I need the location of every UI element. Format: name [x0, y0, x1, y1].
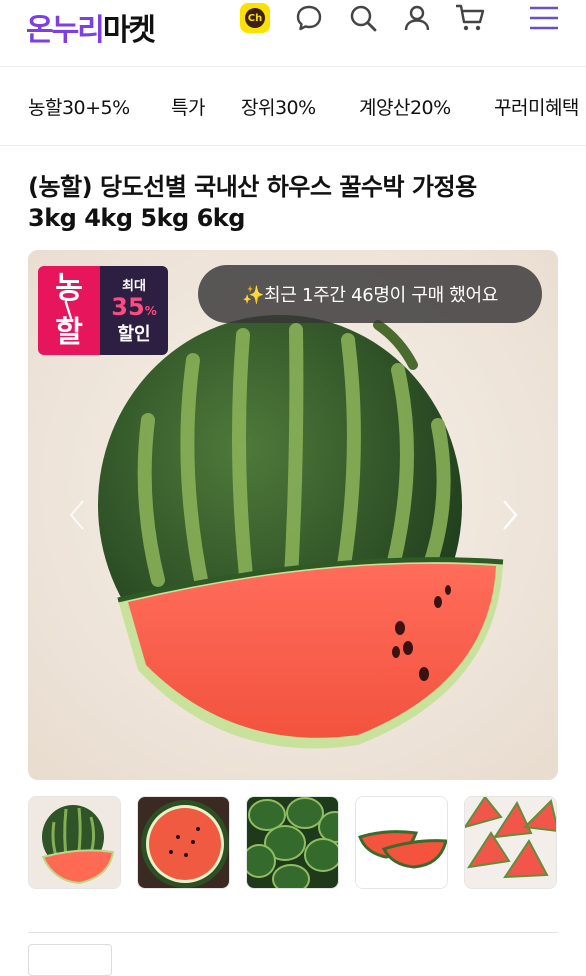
chat-icon[interactable] [293, 2, 325, 34]
category-nav-item[interactable]: 특가 [171, 93, 205, 120]
thumbnail-cut-watermelon-half[interactable] [137, 796, 230, 889]
product-title: (농할) 당도선별 국내산 하우스 꿀수박 가정용 3kg 4kg 5kg 6k… [28, 172, 568, 234]
badge-percent-sign: % [144, 303, 157, 318]
section-divider [28, 932, 558, 933]
logo-text-onnuri: 온누리 [26, 13, 105, 48]
search-icon[interactable] [347, 2, 379, 34]
partial-option-box[interactable] [28, 944, 112, 976]
logo-text-market: 마켓 [102, 13, 156, 48]
badge-nh-text-top: 농 [55, 270, 83, 306]
thumbnail-pile-of-watermelons[interactable] [246, 796, 339, 889]
category-nav-item[interactable]: 장위30% [241, 93, 316, 120]
nh-discount-badge: 농 / 할 최대 35% 할인 [38, 266, 168, 355]
thumbnail-watermelon-wedges[interactable] [464, 796, 557, 889]
category-nav: 농할30+5% 특가 장위30% 계양산20% 꾸러미혜택 [0, 67, 586, 146]
cart-icon[interactable] [454, 2, 486, 34]
badge-percent: 35 [111, 292, 145, 321]
badge-label-bottom: 할인 [117, 324, 151, 346]
category-nav-item[interactable]: 꾸러미혜택 [494, 93, 579, 120]
product-title-line2: 3kg 4kg 5kg 6kg [28, 204, 245, 232]
chevron-right-icon[interactable] [495, 495, 525, 535]
menu-icon[interactable] [528, 2, 560, 34]
badge-nh-text-bottom: 할 [55, 314, 83, 350]
category-nav-item[interactable]: 농할30+5% [28, 93, 130, 120]
product-title-line1: (농할) 당도선별 국내산 하우스 꿀수박 가정용 [28, 173, 477, 201]
top-header: 온누리 마켓 Ch [0, 0, 586, 67]
kakao-channel-text: Ch [245, 8, 265, 28]
badge-label-top: 최대 [122, 278, 146, 294]
thumbnail-whole-watermelon-with-slice[interactable] [28, 796, 121, 889]
kakao-channel-icon[interactable]: Ch [239, 2, 271, 34]
chevron-left-icon[interactable] [62, 495, 92, 535]
recent-purchase-pill: ✨최근 1주간 46명이 구매 했어요 [198, 265, 542, 323]
onnuri-market-logo[interactable]: 온누리 마켓 [26, 0, 156, 48]
category-nav-item[interactable]: 계양산20% [359, 93, 451, 120]
thumbnail-two-watermelon-slices[interactable] [355, 796, 448, 889]
main-product-image[interactable]: 농 / 할 최대 35% 할인 ✨최근 1주간 46명이 구매 했어요 [28, 250, 558, 780]
user-icon[interactable] [401, 2, 433, 34]
